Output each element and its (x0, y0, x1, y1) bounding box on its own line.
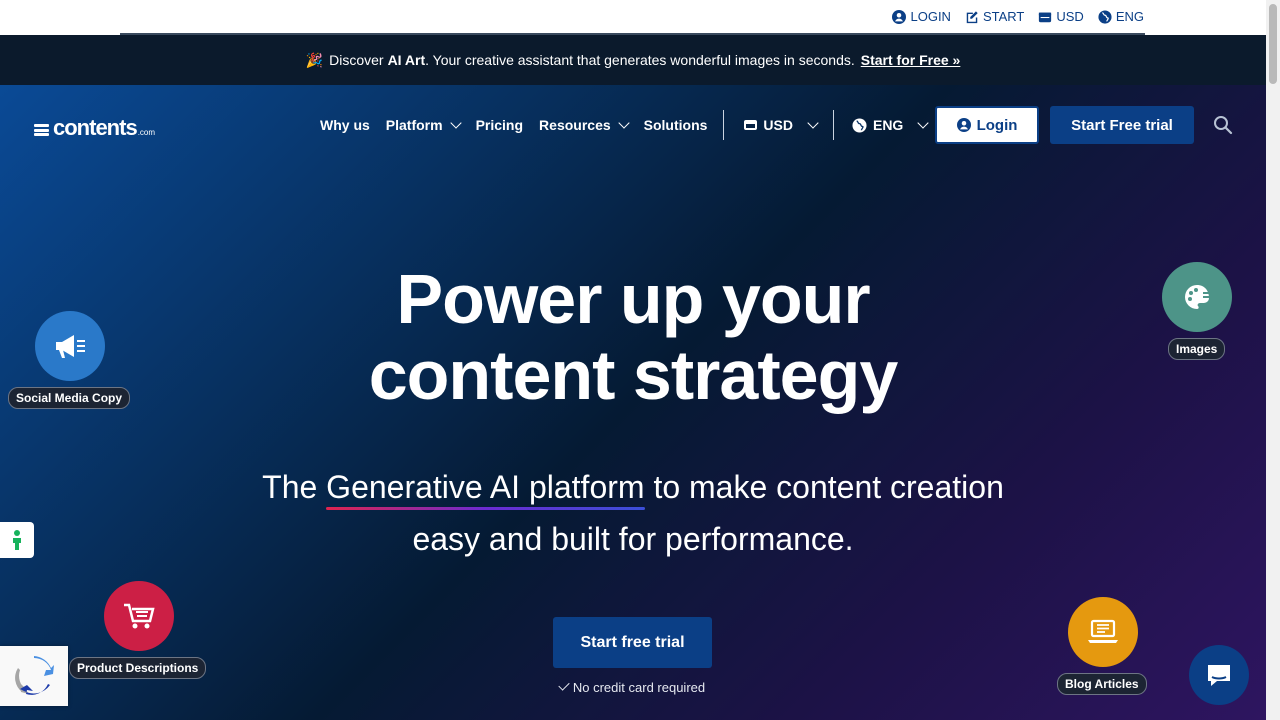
announcement-bar: 🎉 Discover AI Art. Your creative assista… (0, 35, 1266, 85)
nav-pricing-label: Pricing (475, 117, 524, 133)
hero-subheadline: The Generative AI platform to make conte… (233, 461, 1033, 565)
util-start-label: START (982, 9, 1025, 24)
user-circle-icon (892, 9, 907, 24)
announce-product: AI Art (387, 52, 426, 68)
list-logo-icon (34, 124, 49, 136)
images-bubble (1162, 262, 1232, 332)
nav-platform-label: Platform (385, 117, 443, 133)
site-logo[interactable]: contents .com (34, 115, 155, 141)
palette-icon (1185, 285, 1211, 309)
nav-resources[interactable]: Resources (539, 117, 630, 133)
login-button-label: Login (976, 116, 1018, 134)
util-login-link[interactable]: LOGIN (892, 9, 951, 24)
start-free-trial-button[interactable]: Start Free trial (1050, 106, 1194, 144)
social-media-tag: Social Media Copy (8, 387, 131, 409)
utility-links: LOGIN START USD ENG (892, 9, 1144, 24)
util-start-link[interactable]: START (965, 9, 1024, 24)
nav-why-us[interactable]: Why us (320, 117, 370, 133)
chat-bubble-icon (1208, 665, 1230, 686)
edit-icon (966, 10, 978, 23)
search-icon[interactable] (1213, 115, 1233, 135)
sub-pre: The (262, 469, 318, 505)
check-icon (558, 679, 570, 691)
nav-divider (832, 110, 834, 140)
nav-currency-label: USD (763, 117, 793, 133)
login-button[interactable]: Login (935, 106, 1039, 144)
accessibility-widget[interactable] (0, 522, 34, 558)
wallet-icon (744, 120, 758, 130)
nav-why-us-label: Why us (320, 117, 370, 133)
social-media-bubble (35, 311, 105, 381)
chevron-down-icon (807, 117, 819, 129)
nav-language-label: ENG (872, 117, 904, 133)
announce-prefix: Discover (329, 52, 384, 68)
nav-solutions[interactable]: Solutions (644, 117, 708, 133)
party-popper-icon: 🎉 (305, 51, 324, 68)
scrollbar-thumb[interactable] (1269, 4, 1277, 84)
images-tag: Images (1168, 338, 1226, 360)
accessibility-icon (13, 530, 21, 550)
nav-pricing[interactable]: Pricing (476, 117, 523, 133)
laptop-icon (1088, 619, 1118, 643)
shopping-cart-icon (124, 603, 155, 629)
chevron-down-icon (617, 117, 630, 129)
headline-line-2: content strategy (368, 336, 899, 414)
recaptcha-badge[interactable] (0, 646, 68, 706)
globe-icon (852, 117, 867, 133)
nav-platform[interactable]: Platform (385, 117, 462, 133)
util-language-link[interactable]: ENG (1098, 9, 1144, 24)
main-nav: Why us Platform Pricing Resources Soluti… (320, 107, 943, 143)
hero-cta-label: Start free trial (580, 633, 685, 651)
blog-bubble (1068, 597, 1138, 667)
util-currency-link[interactable]: USD (1038, 9, 1084, 24)
util-login-label: LOGIN (910, 9, 951, 24)
util-language-label: ENG (1115, 9, 1144, 24)
sub-highlight: Generative AI platform (326, 461, 645, 513)
announce-start-free-link[interactable]: Start for Free » (861, 52, 961, 68)
nav-currency-select[interactable]: USD (744, 117, 819, 133)
user-circle-icon (956, 118, 971, 132)
blog-articles-tag: Blog Articles (1057, 673, 1147, 695)
nav-language-select[interactable]: ENG (852, 117, 929, 133)
util-currency-label: USD (1056, 9, 1084, 24)
logo-tld: .com (137, 128, 156, 137)
hero-cta-button[interactable]: Start free trial (553, 617, 712, 668)
no-credit-card-label: No credit card required (572, 680, 706, 695)
utility-bar: LOGIN START USD ENG (0, 0, 1266, 35)
announce-text: . Your creative assistant that generates… (425, 52, 855, 68)
logo-name: contents (53, 115, 138, 140)
nav-resources-label: Resources (539, 117, 611, 133)
chevron-down-icon (449, 117, 462, 129)
product-descriptions-tag: Product Descriptions (69, 657, 207, 679)
megaphone-icon (56, 335, 85, 358)
headline-line-1: Power up your (396, 260, 870, 338)
start-free-trial-label: Start Free trial (1071, 116, 1173, 134)
hero-headline: Power up your content strategy (0, 261, 1266, 413)
chevron-down-icon (917, 117, 929, 129)
nav-divider (723, 110, 725, 140)
wallet-icon (1039, 12, 1052, 22)
chat-widget-button[interactable] (1189, 645, 1249, 705)
product-bubble (104, 581, 174, 651)
hero-section: contents .com Why us Platform Pricing Re… (0, 85, 1266, 720)
recaptcha-icon (15, 656, 54, 695)
nav-solutions-label: Solutions (643, 117, 708, 133)
page-scrollbar[interactable] (1266, 0, 1280, 720)
globe-icon (1098, 9, 1112, 24)
